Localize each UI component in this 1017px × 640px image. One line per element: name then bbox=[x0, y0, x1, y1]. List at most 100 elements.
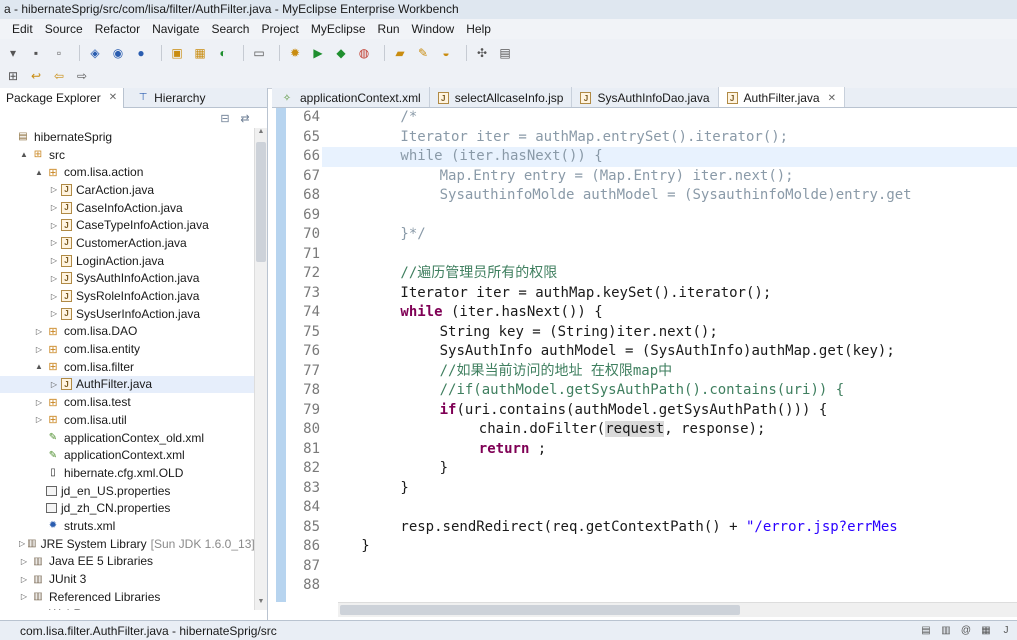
tree-item[interactable]: ▷ J CaseTypeInfoAction.java bbox=[0, 216, 254, 234]
tab-selectallcaseinfo-jsp[interactable]: J selectAllcaseInfo.jsp bbox=[430, 87, 573, 107]
tree-toggle-icon[interactable]: ▷ bbox=[49, 274, 59, 283]
tree-toggle-icon[interactable]: ▷ bbox=[19, 592, 29, 601]
close-icon[interactable]: ✕ bbox=[109, 92, 117, 103]
debug-icon[interactable]: ✹ bbox=[286, 44, 304, 62]
code-line[interactable]: SysauthinfoMolde authModel = (Sysauthinf… bbox=[322, 186, 1017, 206]
console-icon[interactable]: ▤ bbox=[919, 623, 933, 637]
edit-pencil-icon[interactable]: ✎ bbox=[414, 44, 432, 62]
tree-toggle-icon[interactable]: ▷ bbox=[49, 221, 59, 230]
menu-navigate[interactable]: Navigate bbox=[152, 22, 199, 36]
tree-item[interactable]: ▷ J CaseInfoAction.java bbox=[0, 199, 254, 217]
code-line[interactable]: String key = (String)iter.next(); bbox=[322, 323, 1017, 343]
tree-item[interactable]: ▤ hibernateSprig bbox=[0, 128, 254, 146]
tree-toggle-icon[interactable]: ▲ bbox=[34, 168, 44, 177]
code-line[interactable]: while (iter.hasNext()) { bbox=[322, 303, 1017, 323]
link-with-editor-icon[interactable]: ⇄ bbox=[237, 111, 253, 125]
run-external-icon[interactable]: ◆ bbox=[332, 44, 350, 62]
tasks-icon[interactable]: ▥ bbox=[939, 623, 953, 637]
new-package-icon[interactable]: ▦ bbox=[191, 44, 209, 62]
collapse-all-icon[interactable]: ⊟ bbox=[217, 111, 233, 125]
tree-item[interactable]: ▷ ⊞ com.lisa.util bbox=[0, 411, 254, 429]
code-line[interactable]: if(uri.contains(authModel.getSysAuthPath… bbox=[322, 401, 1017, 421]
code-text[interactable]: /* Iterator iter = authMap.entrySet().ite… bbox=[322, 108, 1017, 602]
tree-item[interactable]: ✎ applicationContex_old.xml bbox=[0, 429, 254, 447]
tree-item[interactable]: jd_en_US.properties bbox=[0, 482, 254, 500]
tree-item[interactable]: ▷ J CustomerAction.java bbox=[0, 234, 254, 252]
menu-refactor[interactable]: Refactor bbox=[95, 22, 140, 36]
code-line[interactable] bbox=[322, 557, 1017, 577]
tree-vertical-scrollbar[interactable]: ▲ ▼ bbox=[254, 128, 267, 610]
forward-arrow-icon[interactable]: ⇨ bbox=[73, 67, 91, 85]
tree-item[interactable]: jd_zh_CN.properties bbox=[0, 499, 254, 517]
tree-item[interactable]: ▷ ⊞ com.lisa.entity bbox=[0, 340, 254, 358]
tree-item[interactable]: ▷ J SysRoleInfoAction.java bbox=[0, 287, 254, 305]
open-console-icon[interactable]: ▭ bbox=[250, 44, 268, 62]
tree-item[interactable]: ▲ ⊞ com.lisa.action bbox=[0, 163, 254, 181]
tree-toggle-icon[interactable]: ▲ bbox=[34, 362, 44, 371]
open-type-icon[interactable]: ▣ bbox=[168, 44, 186, 62]
menu-run[interactable]: Run bbox=[378, 22, 400, 36]
tree-toggle-icon[interactable]: ▷ bbox=[34, 327, 44, 336]
deploy-icon[interactable]: ◈ bbox=[86, 44, 104, 62]
perspective-icon[interactable]: ▤ bbox=[496, 44, 514, 62]
code-line[interactable]: /* bbox=[322, 108, 1017, 128]
pin-icon[interactable]: ✣ bbox=[473, 44, 491, 62]
scroll-up-icon[interactable]: ▲ bbox=[255, 128, 267, 140]
code-line[interactable]: } bbox=[322, 459, 1017, 479]
tree-item[interactable]: ▲ ⊞ com.lisa.filter bbox=[0, 358, 254, 376]
tab-authfilter-java[interactable]: J AuthFilter.java ✕ bbox=[718, 87, 845, 107]
tree-toggle-icon[interactable]: ▷ bbox=[49, 309, 59, 318]
filter-icon[interactable]: ⊞ bbox=[4, 67, 22, 85]
code-line[interactable]: Map.Entry entry = (Map.Entry) iter.next(… bbox=[322, 167, 1017, 187]
menu-source[interactable]: Source bbox=[45, 22, 83, 36]
coverage-icon[interactable]: ◍ bbox=[355, 44, 373, 62]
tree-item[interactable]: ▷ ▥ Java EE 5 Libraries bbox=[0, 553, 254, 571]
tree-toggle-icon[interactable]: ▲ bbox=[19, 150, 29, 159]
menu-window[interactable]: Window bbox=[412, 22, 455, 36]
code-line[interactable]: //if(authModel.getSysAuthPath().contains… bbox=[322, 381, 1017, 401]
tree-toggle-icon[interactable]: ▷ bbox=[49, 380, 59, 389]
tree-item[interactable]: ▷ ▥ JRE System Library [Sun JDK 1.6.0_13] bbox=[0, 535, 254, 553]
tree-item[interactable]: ▷▰WebRoot bbox=[0, 606, 254, 610]
tree-item[interactable]: ▷ J SysAuthInfoAction.java bbox=[0, 270, 254, 288]
tree-toggle-icon[interactable]: ▷ bbox=[34, 345, 44, 354]
tree-item[interactable]: ▷ J LoginAction.java bbox=[0, 252, 254, 270]
open-project-icon[interactable]: ◒ bbox=[437, 44, 455, 62]
code-line[interactable]: return ; bbox=[322, 440, 1017, 460]
open-folder-icon[interactable]: ▰ bbox=[391, 44, 409, 62]
browser-icon[interactable]: ● bbox=[132, 44, 150, 62]
code-line[interactable]: resp.sendRedirect(req.getContextPath() +… bbox=[322, 518, 1017, 538]
tab-package-explorer[interactable]: Package Explorer ✕ bbox=[0, 87, 125, 108]
tree-item[interactable]: ▷ ⊞ com.lisa.test bbox=[0, 393, 254, 411]
web-icon[interactable]: @ bbox=[959, 623, 973, 637]
code-line[interactable]: Iterator iter = authMap.keySet().iterato… bbox=[322, 284, 1017, 304]
tree-item[interactable]: ▷ J AuthFilter.java bbox=[0, 375, 254, 394]
code-line[interactable]: } bbox=[322, 537, 1017, 557]
perspective-java-icon[interactable]: J bbox=[999, 623, 1013, 637]
tree-item[interactable]: ✹ struts.xml bbox=[0, 517, 254, 535]
editor-horizontal-scrollbar[interactable] bbox=[338, 602, 1017, 617]
tab-applicationcontext-xml[interactable]: ✧ applicationContext.xml bbox=[272, 87, 430, 107]
tree-item[interactable]: ▷ ▥ JUnit 3 bbox=[0, 570, 254, 588]
scrollbar-thumb[interactable] bbox=[256, 142, 266, 262]
print-icon[interactable]: ▫ bbox=[50, 44, 68, 62]
tree-item[interactable]: ▷ ⊞ com.lisa.DAO bbox=[0, 323, 254, 341]
tab-hierarchy[interactable]: ⊤ Hierarchy bbox=[130, 88, 211, 108]
tree-toggle-icon[interactable]: ▷ bbox=[49, 256, 59, 265]
tree-item[interactable]: ▲ ⊞ src bbox=[0, 146, 254, 164]
server-icon[interactable]: ◉ bbox=[109, 44, 127, 62]
tree-item[interactable]: ▷ J SysUserInfoAction.java bbox=[0, 305, 254, 323]
scroll-down-icon[interactable]: ▼ bbox=[255, 598, 267, 610]
tree-toggle-icon[interactable]: ▷ bbox=[19, 557, 29, 566]
tree-toggle-icon[interactable]: ▷ bbox=[49, 203, 59, 212]
save-icon[interactable]: ▪ bbox=[27, 44, 45, 62]
tree-toggle-icon[interactable]: ▷ bbox=[19, 539, 25, 548]
new-class-icon[interactable]: ◐ bbox=[214, 44, 232, 62]
tree-item[interactable]: ✎ applicationContext.xml bbox=[0, 446, 254, 464]
code-line[interactable]: chain.doFilter(request, response); bbox=[322, 420, 1017, 440]
run-icon[interactable]: ▶ bbox=[309, 44, 327, 62]
code-line[interactable]: Iterator iter = authMap.entrySet().itera… bbox=[322, 128, 1017, 148]
tree-item[interactable]: ▷ J CarAction.java bbox=[0, 181, 254, 199]
code-line[interactable]: }*/ bbox=[322, 225, 1017, 245]
close-icon[interactable]: ✕ bbox=[828, 93, 836, 104]
